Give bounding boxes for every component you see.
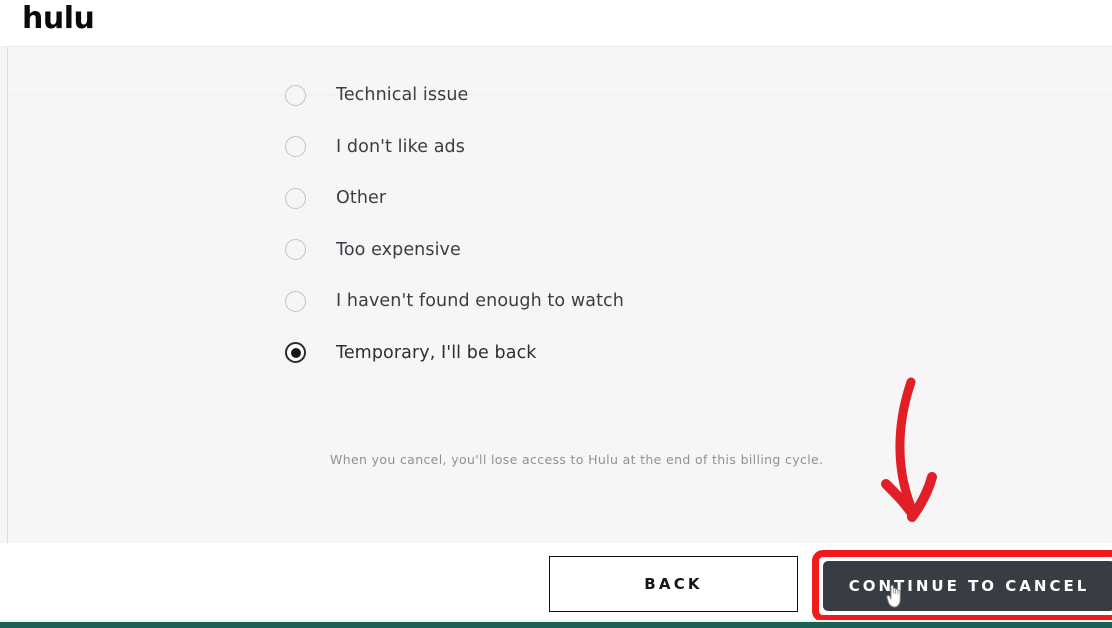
radio-icon[interactable] — [285, 136, 306, 157]
option-temporary-be-back[interactable]: Temporary, I'll be back — [285, 340, 624, 366]
option-label: Temporary, I'll be back — [336, 342, 537, 363]
continue-to-cancel-container: CONTINUE TO CANCEL — [812, 550, 1112, 622]
radio-icon[interactable] — [285, 84, 306, 106]
cancellation-reason-options: Technical issue I don't like ads Other T… — [285, 82, 624, 391]
continue-to-cancel-button[interactable]: CONTINUE TO CANCEL — [823, 561, 1112, 611]
radio-selected-icon[interactable] — [285, 342, 306, 363]
option-label: I haven't found enough to watch — [336, 291, 624, 311]
option-label: Other — [336, 188, 387, 208]
option-dont-like-ads[interactable]: I don't like ads — [285, 134, 624, 160]
cancellation-reason-panel: Technical issue I don't like ads Other T… — [0, 47, 1112, 543]
radio-icon[interactable] — [285, 239, 306, 260]
option-label: Too expensive — [336, 239, 461, 260]
option-too-expensive[interactable]: Too expensive — [285, 237, 624, 263]
radio-icon[interactable] — [285, 187, 306, 209]
app-header: hulu — [0, 0, 1112, 47]
hulu-logo[interactable]: hulu — [22, 2, 95, 36]
option-label: I don't like ads — [336, 136, 465, 157]
option-other[interactable]: Other — [285, 185, 624, 211]
option-label: Technical issue — [336, 85, 469, 105]
bottom-accent-bar — [0, 622, 1112, 628]
radio-icon[interactable] — [285, 290, 306, 312]
option-not-enough-to-watch[interactable]: I haven't found enough to watch — [285, 288, 624, 314]
option-technical-issue[interactable]: Technical issue — [285, 82, 624, 108]
cancellation-disclaimer: When you cancel, you'll lose access to H… — [330, 452, 824, 467]
back-button[interactable]: BACK — [549, 556, 798, 612]
panel-left-edge — [7, 47, 8, 543]
